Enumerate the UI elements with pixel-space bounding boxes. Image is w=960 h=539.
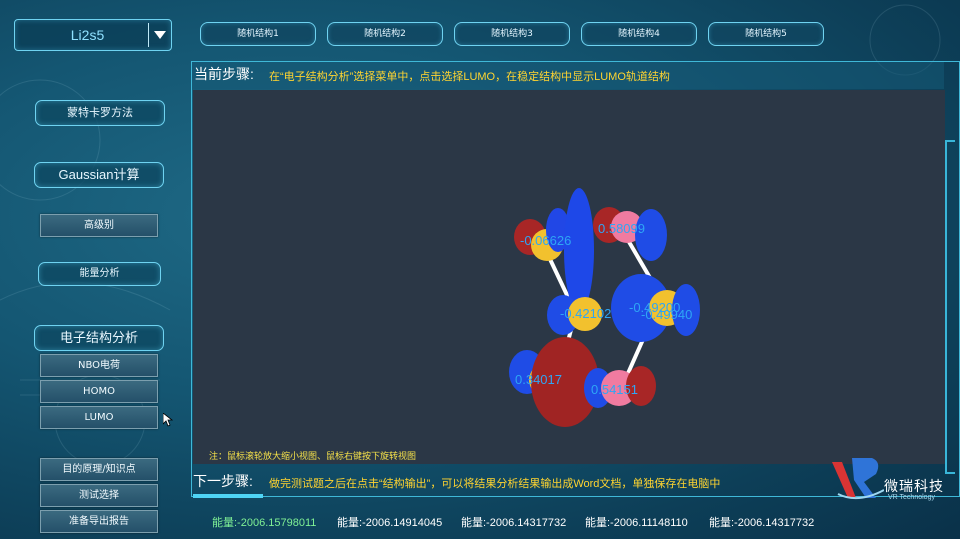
tab-random-structure-2[interactable]: 随机结构2 [327, 22, 443, 46]
current-step-text: 在“电子结构分析”选择菜单中，点击选择LUMO，在稳定结构中显示LUMO轨道结构 [269, 71, 670, 83]
vr-logo-icon [832, 458, 885, 500]
electronic-structure-button[interactable]: 电子结构分析 [34, 325, 164, 351]
panel-bottom-accent [193, 494, 263, 498]
mouse-cursor-icon [163, 413, 173, 427]
quiz-button[interactable]: 测试选择 [40, 484, 158, 507]
energy-value[interactable]: 能量:-2006.14317732 [461, 514, 566, 530]
atom-charge-label: 0.54151 [591, 382, 638, 397]
atom-charge-label: 0.34017 [515, 372, 562, 387]
molecule-dropdown-value: Li2s5 [70, 27, 105, 43]
atom-charge-label: -0.49940 [641, 307, 692, 322]
atom-charge-label: 0.58099 [598, 221, 645, 236]
atom-charge-label: -0.06626 [520, 233, 571, 248]
next-step-label: 下一步骤: [193, 473, 253, 489]
molecule-render: -0.06626 0.58099 -0.42102 -0.49200 -0.49… [509, 188, 700, 427]
logo-name: 微瑞科技 [884, 478, 944, 494]
nbo-charge-button[interactable]: NBO电荷 [40, 354, 158, 377]
molecule-viewport[interactable]: -0.06626 0.58099 -0.42102 -0.49200 -0.49… [193, 90, 945, 464]
next-step-text: 做完测试题之后在点击“结构输出”，可以将结果分析结果输出成Word文档，单独保存… [269, 478, 721, 490]
atom-charge-label: -0.42102 [560, 306, 611, 321]
gaussian-button[interactable]: Gaussian计算 [34, 162, 164, 188]
homo-button[interactable]: HOMO [40, 380, 158, 403]
energy-value[interactable]: 能量:-2006.15798011 [212, 514, 316, 530]
tab-random-structure-4[interactable]: 随机结构4 [581, 22, 697, 46]
export-report-button[interactable]: 准备导出报告 [40, 510, 158, 533]
energy-value[interactable]: 能量:-2006.14317732 [709, 514, 814, 530]
monte-carlo-button[interactable]: 蒙特卡罗方法 [35, 100, 165, 126]
molecule-dropdown[interactable]: Li2s5 [14, 19, 172, 51]
tab-random-structure-3[interactable]: 随机结构3 [454, 22, 570, 46]
viewport-hint: 注：鼠标滚轮放大缩小视图、鼠标右键按下旋转视图 [209, 452, 417, 462]
tab-random-structure-5[interactable]: 随机结构5 [708, 22, 824, 46]
energy-value[interactable]: 能量:-2006.14914045 [337, 514, 442, 530]
tab-random-structure-1[interactable]: 随机结构1 [200, 22, 316, 46]
advanced-level-button[interactable]: 高级别 [40, 214, 158, 237]
lumo-button[interactable]: LUMO [40, 406, 158, 429]
logo-tagline: VR Technology [888, 494, 935, 501]
energy-value[interactable]: 能量:-2006.11148110 [585, 514, 688, 530]
current-step-label: 当前步骤: [194, 66, 254, 82]
company-logo: 微瑞科技 VR Technology [828, 454, 946, 506]
energy-analysis-button[interactable]: 能量分析 [38, 262, 161, 286]
panel-right-rail [945, 140, 955, 474]
orbital-lobe-blue [564, 188, 594, 312]
chevron-down-icon[interactable] [148, 23, 171, 47]
objectives-button[interactable]: 目的原理/知识点 [40, 458, 158, 481]
